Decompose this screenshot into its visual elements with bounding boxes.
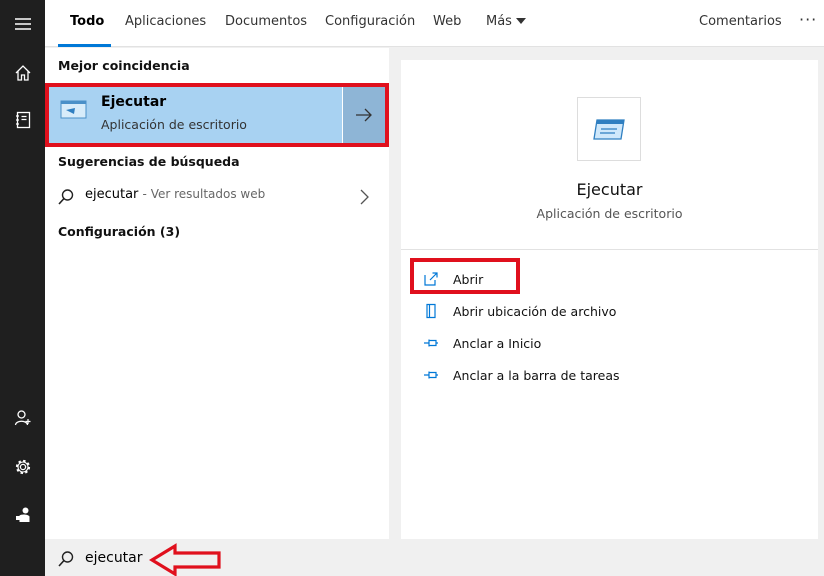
search-box[interactable]: ejecutar (45, 541, 824, 576)
action-pin-start[interactable]: Anclar a Inicio (423, 331, 541, 355)
suggestion-query: ejecutar (85, 187, 139, 202)
settings-results-heading[interactable]: Configuración (3) (58, 224, 180, 239)
action-open-file-location[interactable]: Abrir ubicación de archivo (423, 299, 616, 323)
action-pin-taskbar-label: Anclar a la barra de tareas (453, 367, 620, 383)
home-icon[interactable] (0, 51, 45, 95)
result-preview: Ejecutar Aplicación de escritorio Abrir … (401, 60, 818, 539)
tab-web[interactable]: Web (433, 0, 461, 47)
best-match-result[interactable]: Ejecutar Aplicación de escritorio (48, 86, 385, 144)
web-search-suggestion[interactable]: ejecutar - Ver resultados web (45, 179, 389, 213)
search-icon (58, 551, 74, 567)
search-suggestions-heading: Sugerencias de búsqueda (58, 154, 240, 169)
more-options-button[interactable]: ··· (799, 0, 817, 44)
notebook-icon[interactable] (0, 98, 45, 142)
tab-documentos[interactable]: Documentos (225, 0, 307, 47)
best-match-name: Ejecutar (101, 94, 167, 110)
start-sidebar (0, 0, 45, 576)
best-match-type: Aplicación de escritorio (101, 117, 247, 132)
search-input[interactable]: ejecutar (85, 550, 143, 566)
suggestion-label: ejecutar - Ver resultados web (85, 187, 265, 202)
active-tab-indicator (58, 44, 111, 47)
tab-mas-label: Más (486, 14, 512, 29)
preview-app-name: Ejecutar (576, 180, 643, 199)
tab-todo[interactable]: Todo (70, 0, 104, 47)
chevron-down-icon (515, 17, 526, 24)
pin-icon (424, 371, 438, 379)
results-list: Mejor coincidencia Ejecutar Aplicación d… (45, 48, 389, 539)
tab-mas[interactable]: Más (486, 0, 526, 47)
chevron-right-icon (360, 189, 369, 205)
open-icon (424, 272, 438, 286)
search-filter-tabs: Todo Aplicaciones Documentos Configuraci… (45, 0, 824, 47)
action-open-label: Abrir (453, 271, 484, 287)
divider (401, 249, 818, 250)
suggestion-suffix: - Ver resultados web (142, 187, 266, 201)
best-match-heading: Mejor coincidencia (58, 58, 190, 73)
add-user-icon[interactable] (0, 396, 45, 440)
search-icon (58, 189, 74, 205)
run-app-icon (60, 100, 87, 119)
file-location-icon (426, 303, 436, 319)
feedback-link[interactable]: Comentarios (699, 0, 782, 47)
action-open[interactable]: Abrir (423, 267, 483, 291)
gear-icon[interactable] (0, 445, 45, 489)
run-app-icon (593, 119, 625, 140)
tab-configuracion[interactable]: Configuración (325, 0, 415, 47)
action-pin-taskbar[interactable]: Anclar a la barra de tareas (423, 363, 620, 387)
action-open-file-location-label: Abrir ubicación de archivo (453, 303, 617, 319)
feedback-hub-icon[interactable] (0, 493, 45, 537)
app-tile (577, 97, 641, 161)
expand-result-button[interactable] (342, 86, 385, 144)
action-pin-start-label: Anclar a Inicio (453, 335, 542, 351)
tab-aplicaciones[interactable]: Aplicaciones (125, 0, 206, 47)
hamburger-menu-icon[interactable] (0, 2, 45, 46)
annotation-arrow-icon (149, 543, 221, 576)
preview-app-type: Aplicación de escritorio (536, 206, 683, 221)
pin-icon (424, 339, 438, 347)
arrow-right-icon (356, 108, 372, 122)
